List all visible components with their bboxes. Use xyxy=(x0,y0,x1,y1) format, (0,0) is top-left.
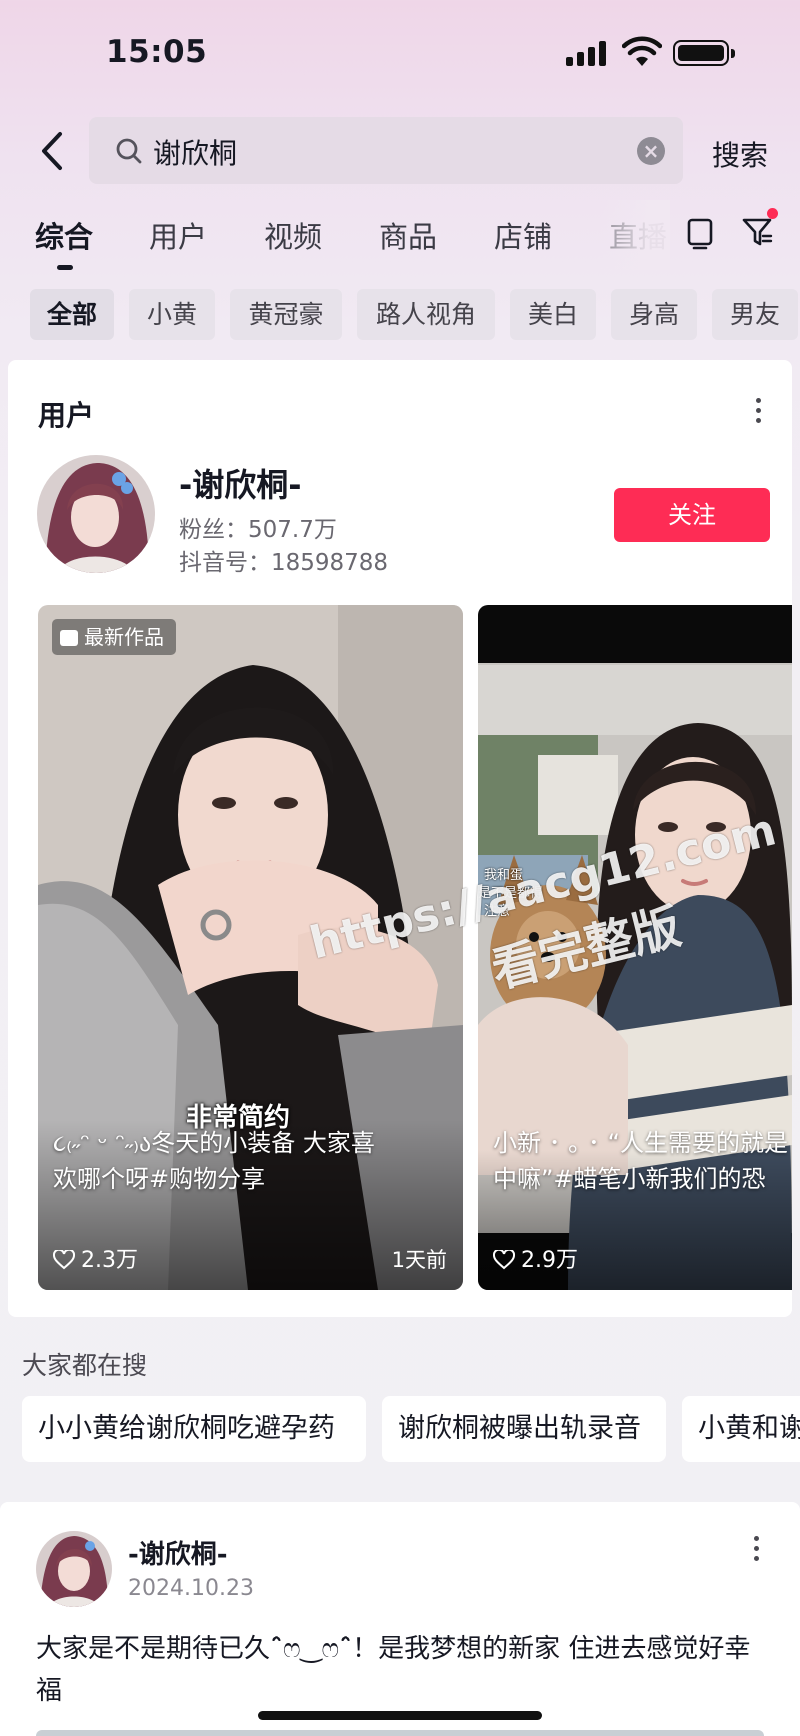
trending-item[interactable]: 谢欣桐被曝出轨录音 xyxy=(382,1396,666,1462)
trending-item[interactable]: 小黄和谢 xyxy=(682,1396,800,1462)
chip[interactable]: 小黄 xyxy=(129,289,215,340)
user-name[interactable]: -谢欣桐- xyxy=(179,460,302,506)
cellular-signal-icon xyxy=(566,40,608,66)
post-card: -谢欣桐- 2024.10.23 大家是不是期待已久ˆ̑̑ෆ‿ෆˆ̑̑！是我梦想… xyxy=(0,1502,800,1736)
follow-button[interactable]: 关注 xyxy=(614,488,770,542)
video-card[interactable]: 我和蛋 是不是都得 注意 小新 ･ ｡ ･ “人生需要的就是 中嘛”#蜡笔小新我… xyxy=(478,605,792,1290)
chip-all[interactable]: 全部 xyxy=(30,289,114,340)
video-side-text: 注意 xyxy=(484,904,511,919)
active-tab-indicator xyxy=(57,265,73,270)
tab-videos[interactable]: 视频 xyxy=(264,214,322,256)
like-count: 2.3万 xyxy=(53,1242,138,1274)
post-image[interactable] xyxy=(36,1730,764,1736)
tab-products[interactable]: 商品 xyxy=(379,214,437,256)
chip[interactable]: 黄冠豪 xyxy=(230,289,342,340)
avatar[interactable] xyxy=(36,1531,112,1607)
wifi-icon xyxy=(622,36,662,66)
douyin-id: 抖音号：18598788 xyxy=(179,550,389,576)
tablet-icon[interactable] xyxy=(686,216,714,250)
tab-comprehensive[interactable]: 综合 xyxy=(35,214,93,256)
post-time: 1天前 xyxy=(391,1248,447,1272)
status-time: 15:05 xyxy=(106,34,208,70)
chip[interactable]: 男友 xyxy=(712,289,798,340)
filter-chips: 全部 小黄 黄冠豪 路人视角 美白 身高 男友 xyxy=(0,289,800,341)
avatar[interactable] xyxy=(37,455,155,573)
like-count-value: 2.3万 xyxy=(81,1248,138,1273)
badge-label: 最新作品 xyxy=(84,625,164,649)
chip[interactable]: 路人视角 xyxy=(357,289,495,340)
search-icon xyxy=(116,138,142,164)
post-date: 2024.10.23 xyxy=(128,1576,254,1601)
like-count-value: 2.9万 xyxy=(521,1248,578,1273)
post-author[interactable]: -谢欣桐- xyxy=(128,1534,228,1571)
latest-work-badge: 最新作品 xyxy=(52,619,176,655)
video-caption-line: 中嘛”#蜡笔小新我们的恐 xyxy=(493,1165,766,1193)
tab-fade xyxy=(600,200,670,270)
like-count: 2.9万 xyxy=(493,1242,578,1274)
section-title: 用户 xyxy=(38,399,95,432)
more-icon[interactable] xyxy=(754,398,762,428)
follower-count: 粉丝：507.7万 xyxy=(179,517,337,543)
trending-title: 大家都在搜 xyxy=(22,1351,148,1380)
video-side-text: 是不是都得 xyxy=(478,886,544,901)
tab-shops[interactable]: 店铺 xyxy=(494,214,552,256)
clear-icon[interactable]: × xyxy=(637,137,665,165)
search-input[interactable]: 谢欣桐 × xyxy=(89,117,683,184)
chip[interactable]: 美白 xyxy=(510,289,596,340)
notification-dot xyxy=(767,208,778,219)
video-caption-line: 欢哪个呀#购物分享 xyxy=(53,1165,266,1193)
more-icon[interactable] xyxy=(752,1536,760,1566)
status-bar: 15:05 xyxy=(0,0,800,100)
post-text[interactable]: 大家是不是期待已久ˆ̑̑ෆ‿ෆˆ̑̑！是我梦想的新家 住进去感觉好幸福 xyxy=(36,1628,776,1712)
trending-list: 小小黄给谢欣桐吃避孕药 谢欣桐被曝出轨录音 小黄和谢 xyxy=(0,1396,800,1464)
chip[interactable]: 身高 xyxy=(611,289,697,340)
heart-icon xyxy=(53,1250,75,1270)
video-side-text: 我和蛋 xyxy=(484,868,524,883)
video-icon xyxy=(60,630,78,646)
search-button[interactable]: 搜索 xyxy=(712,134,768,174)
video-caption-line: 小新 ･ ｡ ･ “人生需要的就是 xyxy=(493,1129,788,1157)
tab-users[interactable]: 用户 xyxy=(149,214,207,256)
back-arrow-icon[interactable] xyxy=(34,128,74,174)
video-caption-line: ૮₍˶ᵔ ᵕ ᵔ˶₎ა冬天的小装备 大家喜 xyxy=(53,1129,375,1157)
heart-icon xyxy=(493,1250,515,1270)
battery-icon xyxy=(673,40,735,66)
trending-item[interactable]: 小小黄给谢欣桐吃避孕药 xyxy=(22,1396,366,1462)
result-tabs: 综合 用户 视频 商品 店铺 直播 xyxy=(0,214,800,274)
filter-icon[interactable] xyxy=(741,216,775,248)
home-indicator[interactable] xyxy=(258,1711,542,1720)
user-result-card: 用户 -谢欣桐- 粉丝：507.7万 抖音号：18598788 关注 最新作品 … xyxy=(8,360,792,1317)
search-query-text: 谢欣桐 xyxy=(153,137,238,170)
video-card[interactable]: 最新作品 非常简约 ૮₍˶ᵔ ᵕ ᵔ˶₎ა冬天的小装备 大家喜 欢哪个呀#购物分… xyxy=(38,605,463,1290)
